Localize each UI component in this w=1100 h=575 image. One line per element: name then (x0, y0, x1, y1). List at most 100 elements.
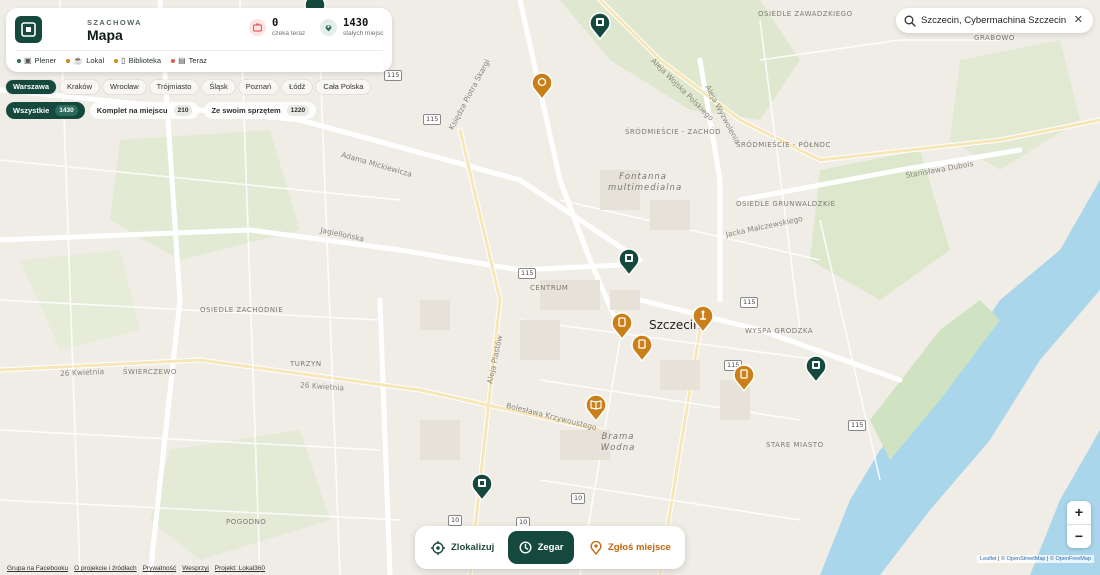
action-bar: Zlokalizuj Zegar Zgłoś miejsce (415, 526, 685, 569)
clock-button[interactable]: Zegar (508, 531, 574, 564)
map-label: OSIEDLE ZACHODNIE (200, 306, 284, 314)
tab-trojmiasto[interactable]: Trójmiasto (149, 80, 199, 94)
map-label: WYSPA GRODZKA (745, 327, 814, 335)
filter-swoj-sprzet[interactable]: Ze swoim sprzętem 1220 (204, 102, 317, 119)
footer-link-project[interactable]: Projekt: Lokal360 (215, 565, 265, 572)
map-pin-lokal[interactable] (733, 364, 755, 392)
tab-krakow[interactable]: Kraków (60, 80, 100, 94)
road-shield: 10 (448, 515, 463, 526)
location-pin-icon (320, 19, 337, 36)
map-label: TURZYN (290, 360, 322, 368)
footer-links: Grupa na Facebooku O projekcie i źródłac… (7, 565, 271, 572)
map-label: ŚRÓDMIEŚCIE - ZACHÓD (625, 128, 722, 136)
ofm-link[interactable]: © OpenFreeMap (1050, 556, 1091, 562)
filter-count: 1220 (286, 105, 310, 116)
road-shield: 10 (571, 493, 586, 504)
map-attribution: Leaflet | © OpenStreetMap | © OpenFreeMa… (977, 555, 1094, 563)
map-pin-lokal[interactable] (611, 312, 633, 340)
zoom-out-button[interactable]: − (1067, 524, 1091, 548)
crosshair-icon (431, 540, 445, 555)
road-shield: 115 (384, 70, 403, 81)
report-label: Zgłoś miejsce (608, 542, 671, 553)
filter-bar: Wszystkie 1430 Komplet na miejscu 210 Ze… (6, 102, 321, 119)
tab-warszawa[interactable]: Warszawa (6, 80, 56, 94)
map-pin-plener[interactable] (471, 473, 493, 501)
map-label: POGODNO (226, 518, 267, 526)
filter-label: Ze swoim sprzętem (211, 106, 281, 115)
page-title: Mapa (87, 27, 123, 43)
road-shield: 115 (518, 268, 537, 279)
tab-poznan[interactable]: Poznań (238, 80, 279, 94)
map-pin-plener[interactable] (618, 248, 640, 276)
footer-link-facebook[interactable]: Grupa na Facebooku (7, 565, 68, 572)
map-label: CENTRUM (530, 284, 569, 292)
map-label: Brama Wodna (600, 432, 636, 453)
map-pin-plener[interactable] (805, 355, 827, 383)
zoom-control: + − (1067, 501, 1091, 548)
filter-label: Wszystkie (13, 106, 50, 115)
footer-link-privacy[interactable]: Prywatność (143, 565, 177, 572)
road-shield: 115 (848, 420, 867, 431)
legend-item-plener: ▣ Plener (17, 56, 56, 65)
road-shield: 115 (740, 297, 759, 308)
tab-slask[interactable]: Śląsk (202, 80, 235, 94)
legend-item-biblioteka: ▯ Biblioteka (114, 56, 161, 65)
map-pin-lokal[interactable] (531, 72, 553, 100)
clock-icon (519, 541, 532, 554)
locate-label: Zlokalizuj (451, 542, 495, 553)
legend-label: Biblioteka (128, 56, 162, 65)
map-pin-plener[interactable] (589, 12, 611, 40)
brand-subtitle: SZACHOWA (87, 18, 142, 27)
park-icon: ▣ (24, 56, 32, 65)
legend-dot (114, 58, 119, 63)
map-pin-biblioteka[interactable] (585, 394, 607, 422)
stat-waiting: 0 czeka teraz (249, 17, 305, 38)
stat-label: stałych miejsc (343, 30, 384, 37)
filter-count: 1430 (55, 105, 78, 116)
filter-all[interactable]: Wszystkie 1430 (6, 102, 85, 119)
filter-count: 210 (173, 105, 193, 116)
map-label: ŚRÓDMIEŚCIE - PÓŁNOC (736, 141, 831, 149)
stat-value: 1430 (343, 17, 369, 29)
brand-panel: SZACHOWA Mapa 0 czeka teraz 1430 stałych… (6, 8, 392, 72)
road-shield: 115 (423, 114, 442, 125)
search-icon (904, 15, 916, 27)
stat-label: czeka teraz (272, 30, 306, 37)
map-label: Fontanna multimedialna (608, 172, 683, 193)
map-label: OSIEDLE ZAWADZKIEGO (758, 10, 853, 18)
legend-item-teraz: ▤ Teraz (171, 56, 207, 65)
map-label: OSIEDLE GRUNWALDZKIE (736, 200, 836, 208)
map-pin-lokal[interactable] (631, 334, 653, 362)
map-pin-lokal[interactable] (692, 305, 714, 333)
clock-label: Zegar (537, 542, 564, 553)
tab-lodz[interactable]: Łódź (282, 80, 313, 94)
tab-cala-polska[interactable]: Cała Polska (316, 80, 371, 94)
tab-wroclaw[interactable]: Wrocław (103, 80, 146, 94)
osm-link[interactable]: © OpenStreetMap (1001, 556, 1045, 562)
city-tabs: Warszawa Kraków Wrocław Trójmiasto Śląsk… (6, 80, 374, 94)
legend-label: Teraz (188, 56, 207, 65)
legend-item-lokal: ☕ Lokal (66, 56, 104, 65)
legend-label: Plener (34, 56, 57, 65)
clear-search-icon[interactable]: ✕ (1074, 15, 1083, 26)
locate-button[interactable]: Zlokalizuj (431, 531, 494, 564)
report-place-button[interactable]: Zgłoś miejsce (590, 531, 671, 564)
footer-link-about[interactable]: O projekcie i źródłach (74, 565, 137, 572)
map-label: STARE MIASTO (766, 441, 824, 449)
map-label: ŚWIERCZEWO (123, 368, 177, 376)
filter-label: Komplet na miejscu (96, 106, 168, 115)
book-icon: ▯ (121, 56, 126, 65)
chess-board-icon (249, 19, 266, 36)
map-label: GRABOWO (974, 34, 1015, 42)
legend: ▣ Plener ☕ Lokal ▯ Biblioteka ▤ Teraz (17, 56, 217, 65)
divider (15, 50, 383, 51)
search-input[interactable] (921, 15, 1071, 26)
footer-link-support[interactable]: Wesprzyj (182, 565, 209, 572)
leaflet-link[interactable]: Leaflet (980, 556, 997, 562)
stat-value: 0 (272, 17, 279, 29)
filter-komplet[interactable]: Komplet na miejscu 210 (89, 102, 200, 119)
chess-board-icon (21, 22, 36, 37)
legend-dot (171, 58, 176, 63)
logo[interactable] (15, 16, 42, 43)
zoom-in-button[interactable]: + (1067, 501, 1091, 524)
